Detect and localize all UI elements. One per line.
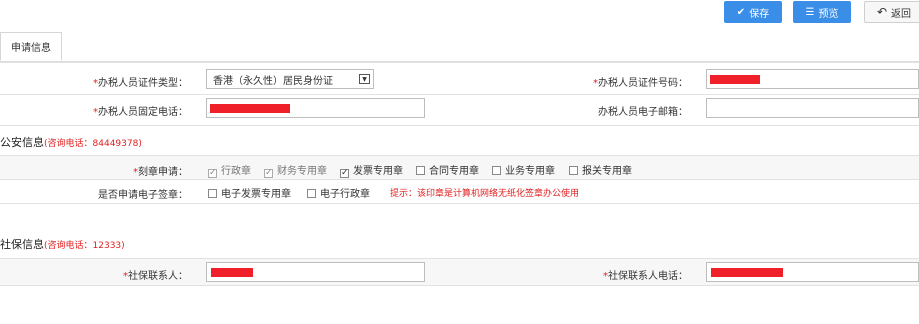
esign-option-admin[interactable]: 电子行政章 <box>307 185 370 200</box>
seal-option-invoice[interactable]: ✓ 发票专用章 <box>340 162 403 178</box>
row-esign: 是否申请电子签章： 电子发票专用章 电子行政章 提示：该印章是计算机网络无纸化签… <box>0 180 919 204</box>
save-label: 保存 <box>749 8 770 20</box>
tab-application-info[interactable]: 申请信息 <box>0 32 62 61</box>
checkbox-icon <box>492 166 501 175</box>
esign-label: 是否申请电子签章： <box>98 190 188 201</box>
esign-hint: 提示：该印章是计算机网络无纸化签章办公使用 <box>390 189 580 199</box>
seal-option-finance[interactable]: ✓ 财务专用章 <box>264 162 327 178</box>
toolbar: ✔ 保存 ☰ 预览 ↶ 返回 <box>0 0 919 30</box>
checkbox-icon <box>307 189 316 198</box>
social-contact-phone-label: *社保联系人电话： <box>603 271 688 282</box>
row-social: *社保联系人： *社保联系人电话： <box>0 258 919 286</box>
checkbox-checked-icon: ✓ <box>340 168 349 178</box>
checkbox-icon <box>208 189 217 198</box>
chevron-down-icon: ▼ <box>359 74 370 84</box>
redacted-cert-no <box>710 75 760 84</box>
seal-option-customs[interactable]: 报关专用章 <box>569 162 632 177</box>
cert-no-label: *办税人员证件号码： <box>593 78 688 89</box>
social-contact-label: *社保联系人： <box>123 271 188 282</box>
redacted-social-contact <box>211 268 253 277</box>
checkbox-icon <box>569 166 578 175</box>
save-button[interactable]: ✔ 保存 <box>724 1 782 23</box>
row-seal: *刻章申请： ✓ 行政章 ✓ 财务专用章 ✓ 发票专用章 合同专用章 业务专用章 报关… <box>0 155 919 180</box>
row-contact: *办税人员固定电话： 办税人员电子邮箱： <box>0 95 919 126</box>
redacted-social-phone <box>711 268 783 277</box>
back-label: 返回 <box>891 8 912 20</box>
seal-option-business[interactable]: 业务专用章 <box>492 162 555 177</box>
tab-label: 申请信息 <box>11 43 51 54</box>
preview-button[interactable]: ☰ 预览 <box>793 1 851 23</box>
checkmark-icon: ✔ <box>736 6 746 18</box>
email-input[interactable] <box>706 98 919 118</box>
cert-type-select[interactable]: 香港（永久性）居民身份证 ▼ <box>206 69 374 89</box>
cert-type-label: *办税人员证件类型： <box>93 78 188 89</box>
seal-option-contract[interactable]: 合同专用章 <box>416 162 479 177</box>
checkbox-icon <box>416 166 425 175</box>
return-arrow-icon: ↶ <box>876 5 888 19</box>
back-button[interactable]: ↶ 返回 <box>864 1 919 23</box>
seal-label: *刻章申请： <box>133 167 188 178</box>
seal-option-admin[interactable]: ✓ 行政章 <box>208 162 251 178</box>
checkbox-checked-icon: ✓ <box>208 168 217 178</box>
phone-label: *办税人员固定电话： <box>93 107 188 118</box>
social-section-title: 社保信息(咨询电话：12333) <box>0 238 125 251</box>
redacted-phone <box>210 104 290 113</box>
police-section-title: 公安信息(咨询电话：84449378) <box>0 136 142 149</box>
list-icon: ☰ <box>805 6 815 18</box>
checkbox-checked-icon: ✓ <box>264 168 273 178</box>
esign-option-invoice[interactable]: 电子发票专用章 <box>208 185 291 200</box>
tab-bar: 申请信息 <box>0 29 919 62</box>
row-cert: *办税人员证件类型： 香港（永久性）居民身份证 ▼ *办税人员证件号码： <box>0 62 919 95</box>
preview-label: 预览 <box>818 8 839 20</box>
email-label: 办税人员电子邮箱： <box>598 107 688 118</box>
cert-type-value: 香港（永久性）居民身份证 <box>213 75 333 87</box>
